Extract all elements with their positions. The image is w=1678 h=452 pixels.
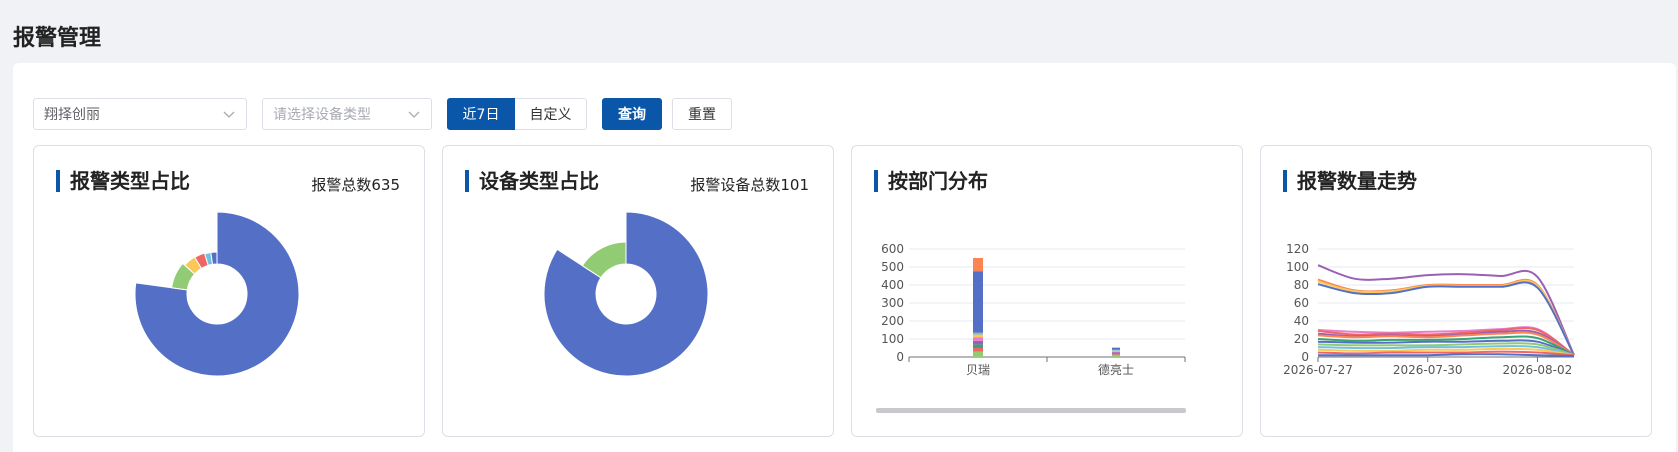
bar-segment[interactable]	[973, 334, 983, 338]
x-tick-label: 2026-07-27	[1283, 363, 1353, 377]
y-tick-label: 400	[881, 278, 904, 292]
line-select[interactable]: 翔择创丽	[33, 98, 247, 130]
device-type-card: 设备类型占比 报警设备总数101	[442, 145, 834, 437]
bar-segment[interactable]	[973, 332, 983, 335]
y-tick-label: 300	[881, 296, 904, 310]
x-tick-label: 2026-07-30	[1393, 363, 1463, 377]
bar-segment[interactable]	[973, 348, 983, 352]
alarm-type-card: 报警类型占比 报警总数635	[33, 145, 425, 437]
bar-segment[interactable]	[1112, 350, 1120, 352]
y-tick-label: 0	[896, 350, 904, 364]
department-chart: 0 100 200 300 400 500 600 贝瑞 德亮士	[876, 242, 1186, 413]
bar-segment[interactable]	[973, 337, 983, 341]
bar-segment[interactable]	[973, 340, 983, 345]
page-title: 报警管理	[13, 26, 102, 51]
y-tick-label: 20	[1294, 332, 1309, 346]
chart-scrollbar[interactable]	[876, 408, 1186, 413]
tab-last-7-days[interactable]: 近7日	[447, 98, 515, 130]
y-tick-label: 40	[1294, 314, 1309, 328]
bar-segment[interactable]	[1112, 349, 1120, 351]
bar-segment[interactable]	[1112, 352, 1120, 354]
bar-segment[interactable]	[1112, 351, 1120, 353]
trend-line[interactable]	[1318, 353, 1575, 358]
chevron-down-icon	[408, 111, 420, 118]
bar-segment[interactable]	[1112, 354, 1120, 356]
tab-custom[interactable]: 自定义	[515, 98, 587, 130]
date-range-tabs: 近7日 自定义	[447, 98, 587, 130]
x-tick-label: 2026-08-02	[1503, 363, 1573, 377]
device-type-placeholder: 请选择设备类型	[273, 107, 371, 123]
y-tick-label: 120	[1286, 242, 1309, 256]
filter-toolbar: 翔择创丽 请选择设备类型 近7日 自定义 查询 重置	[33, 98, 732, 130]
y-tick-label: 600	[881, 242, 904, 256]
bar-segment[interactable]	[973, 344, 983, 348]
x-tick-label: 德亮士	[1098, 362, 1134, 377]
bar-segment[interactable]	[1112, 348, 1120, 350]
y-tick-label: 100	[1286, 260, 1309, 274]
y-tick-label: 0	[1301, 350, 1309, 364]
device-type-chart	[543, 211, 709, 377]
x-tick-label: 贝瑞	[966, 363, 990, 377]
line-select-value: 翔择创丽	[44, 107, 100, 123]
trend-chart: 0 20 40 60 80 100 120 2026-07-27 2026-07-30 2026-…	[1283, 242, 1575, 377]
pie-slice[interactable]	[134, 211, 300, 377]
bar-segment[interactable]	[973, 351, 983, 357]
y-tick-label: 100	[881, 332, 904, 346]
y-tick-label: 60	[1294, 296, 1309, 310]
alarm-type-chart	[134, 211, 300, 377]
bar-segment[interactable]	[973, 258, 983, 272]
y-tick-label: 80	[1294, 278, 1309, 292]
query-button[interactable]: 查询	[602, 98, 662, 130]
bar-segment[interactable]	[1112, 347, 1120, 348]
trend-card: 报警数量走势 0 20 40 60 80 100 120 2026-07-27 2026-07-…	[1260, 145, 1652, 437]
device-type-select[interactable]: 请选择设备类型	[262, 98, 432, 130]
main-panel: 翔择创丽 请选择设备类型 近7日 自定义 查询 重置 报警类型占比 报警总数63…	[13, 63, 1676, 452]
y-tick-label: 200	[881, 314, 904, 328]
y-tick-label: 500	[881, 260, 904, 274]
reset-button[interactable]: 重置	[672, 98, 732, 130]
chevron-down-icon	[223, 111, 235, 118]
bar-segment[interactable]	[973, 271, 983, 333]
bar-segment[interactable]	[1112, 353, 1120, 355]
department-card: 按部门分布 0 100 200 300 400 500 600 贝瑞 德亮士	[851, 145, 1243, 437]
bar-segment[interactable]	[1112, 355, 1120, 357]
pie-slice[interactable]	[543, 211, 709, 377]
